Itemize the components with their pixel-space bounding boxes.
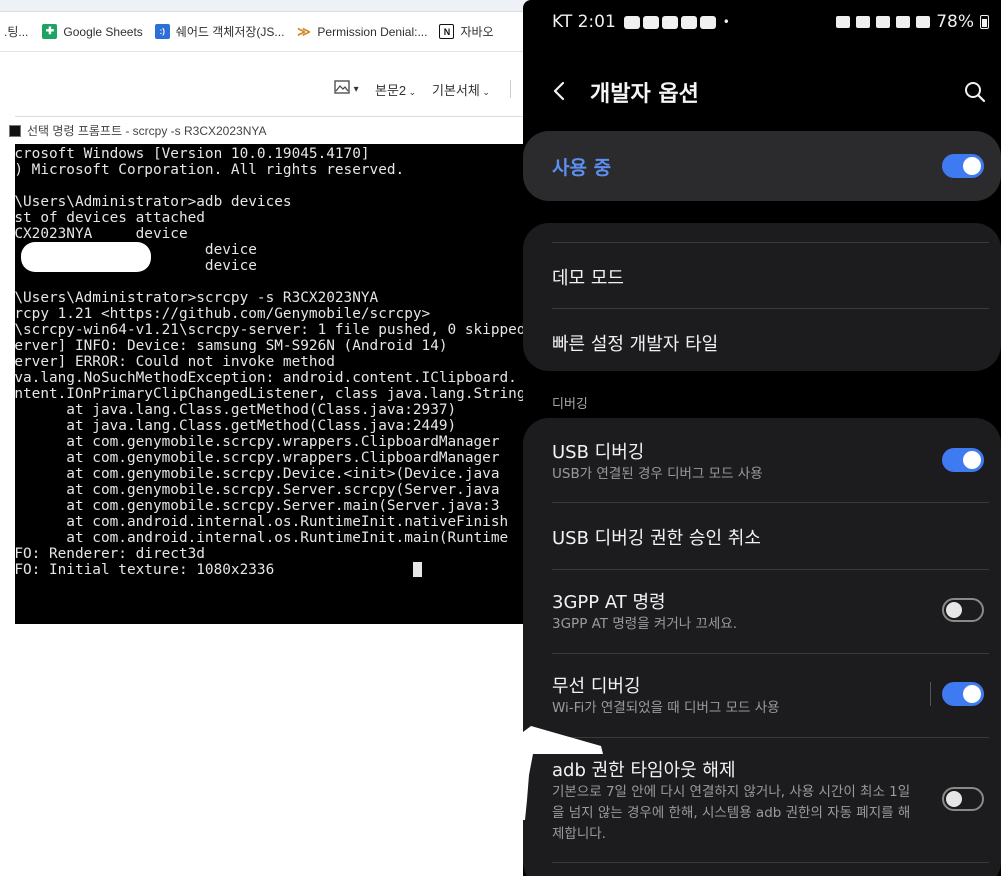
bookmark-0[interactable]: .팅... xyxy=(4,23,28,40)
font-value: 기본서체 xyxy=(432,83,480,98)
setting-3gpp-at-commands[interactable]: 3GPP AT 명령 3GPP AT 명령을 켜거나 끄세요. xyxy=(523,570,1001,653)
tab-strip xyxy=(0,0,530,12)
setting-subtitle: USB가 연결된 경우 디버그 모드 사용 xyxy=(552,466,763,482)
master-toggle-switch[interactable] xyxy=(942,154,984,178)
bookmark-label: Google Sheets xyxy=(63,24,143,39)
bookmark-permission-denial[interactable]: ≫ Permission Denial:... xyxy=(296,24,427,39)
divider xyxy=(552,862,989,863)
bookmark-google-sheets[interactable]: ✚ Google Sheets xyxy=(42,24,143,39)
toggle-knob xyxy=(963,451,981,469)
setting-demo-mode[interactable]: 데모 모드 xyxy=(523,243,1001,308)
toggle-knob xyxy=(946,602,962,618)
image-icon xyxy=(334,80,350,94)
phone-screen: KT 2:01 • 78% 개발자 옵션 사용 중 데모 모드 빠른 설정 개발… xyxy=(523,0,1001,876)
mute-icon xyxy=(856,16,871,28)
battery-icon xyxy=(980,15,989,29)
bookmark-label: Permission Denial:... xyxy=(317,24,428,39)
setting-revoke-usb-debugging[interactable]: USB 디버깅 권한 승인 취소 xyxy=(523,503,1001,569)
battery-percent: 78% xyxy=(936,12,974,32)
wifi-icon xyxy=(876,16,891,28)
status-bar: KT 2:01 • 78% xyxy=(523,0,1001,44)
kt-icon xyxy=(661,15,678,29)
section-header-debugging: 디버깅 xyxy=(552,397,588,412)
editor-toolbar: ▾ 본문2 ⌄ 기본서체 ⌄ xyxy=(0,52,530,114)
setting-subtitle: 3GPP AT 명령을 켜거나 끄세요. xyxy=(552,616,738,632)
text-cursor xyxy=(413,562,422,577)
usb-debugging-toggle[interactable] xyxy=(942,448,984,472)
toggle-separator xyxy=(930,682,931,706)
talk-icon xyxy=(642,15,659,29)
setting-title: USB 디버깅 권한 승인 취소 xyxy=(552,528,761,549)
youtube-icon xyxy=(680,15,697,29)
carrier-time: KT 2:01 xyxy=(552,12,616,32)
setting-quick-settings-dev-tiles[interactable]: 빠른 설정 개발자 타일 xyxy=(523,309,1001,371)
insert-image-button[interactable]: ▾ xyxy=(334,80,359,95)
console-output[interactable]: Microsoft Windows [Version 10.0.19045.41… xyxy=(15,144,530,624)
settings-card-general: 데모 모드 빠른 설정 개발자 타일 xyxy=(523,223,1001,371)
bookmark-label: .팅... xyxy=(4,25,29,39)
app-bar: 개발자 옵션 xyxy=(523,66,1001,118)
notion-icon: N xyxy=(439,24,455,39)
python-icon: ≫ xyxy=(297,23,311,39)
font-select[interactable]: 기본서체 ⌄ xyxy=(432,80,490,99)
app-icon xyxy=(699,15,716,29)
redaction-mark xyxy=(21,242,151,272)
developer-options-master-toggle-row[interactable]: 사용 중 xyxy=(523,131,1001,201)
dropdown-caret: ▾ xyxy=(353,84,359,95)
setting-subtitle: Wi-Fi가 연결되었을 때 디버그 모드 사용 xyxy=(552,700,780,716)
paragraph-style-select[interactable]: 본문2 ⌄ xyxy=(375,80,416,99)
bookmarks-bar: .팅... ✚ Google Sheets :) 쉐어드 객체저장(JS... … xyxy=(0,12,530,52)
signal-icon xyxy=(916,16,931,28)
bookmark-storage[interactable]: :) 쉐어드 객체저장(JS... xyxy=(154,23,285,40)
cmd-icon xyxy=(9,124,21,137)
cmd-window-titlebar[interactable]: 선택 명령 프롬프트 - scrcpy -s R3CX2023NYA xyxy=(9,116,530,144)
chat-icon xyxy=(623,15,640,29)
more-notifications-dot: • xyxy=(722,15,730,29)
hd-icon xyxy=(896,16,911,28)
setting-usb-debugging[interactable]: USB 디버깅 USB가 연결된 경우 디버그 모드 사용 xyxy=(523,418,1001,502)
bookmark-label: 자바오 xyxy=(460,25,494,39)
storage-icon: :) xyxy=(154,24,170,39)
setting-title: 3GPP AT 명령 xyxy=(552,592,666,613)
console-text: Microsoft Windows [Version 10.0.19045.41… xyxy=(15,146,530,578)
cmd-window-title: 선택 명령 프롬프트 - scrcpy -s R3CX2023NYA xyxy=(27,124,267,138)
chevron-down-icon: ⌄ xyxy=(406,87,417,97)
redaction-scribble xyxy=(523,726,603,820)
setting-title: 무선 디버깅 xyxy=(552,676,641,697)
alarm-icon xyxy=(836,16,851,28)
back-arrow-icon[interactable] xyxy=(549,80,571,102)
setting-title: USB 디버깅 xyxy=(552,442,645,463)
bookmark-label: 쉐어드 객체저장(JS... xyxy=(175,25,285,39)
adb-timeout-toggle[interactable] xyxy=(942,787,984,811)
setting-title: 데모 모드 xyxy=(552,268,624,289)
chevron-down-icon: ⌄ xyxy=(479,87,490,97)
search-icon[interactable] xyxy=(963,80,987,104)
toggle-knob xyxy=(963,157,981,175)
master-toggle-label: 사용 중 xyxy=(552,157,612,179)
setting-title: 빠른 설정 개발자 타일 xyxy=(552,334,719,355)
google-sheets-icon: ✚ xyxy=(42,24,58,39)
browser-window: .팅... ✚ Google Sheets :) 쉐어드 객체저장(JS... … xyxy=(0,0,530,876)
toggle-knob xyxy=(946,791,962,807)
paragraph-style-value: 본문2 xyxy=(375,83,407,98)
wireless-debugging-toggle[interactable] xyxy=(942,682,984,706)
toolbar-divider xyxy=(510,80,511,98)
page-title: 개발자 옵션 xyxy=(590,82,699,107)
toggle-knob xyxy=(963,685,981,703)
notification-icons xyxy=(623,15,716,29)
3gpp-at-toggle[interactable] xyxy=(942,598,984,622)
bookmark-notion[interactable]: N 자바오 xyxy=(439,23,494,40)
